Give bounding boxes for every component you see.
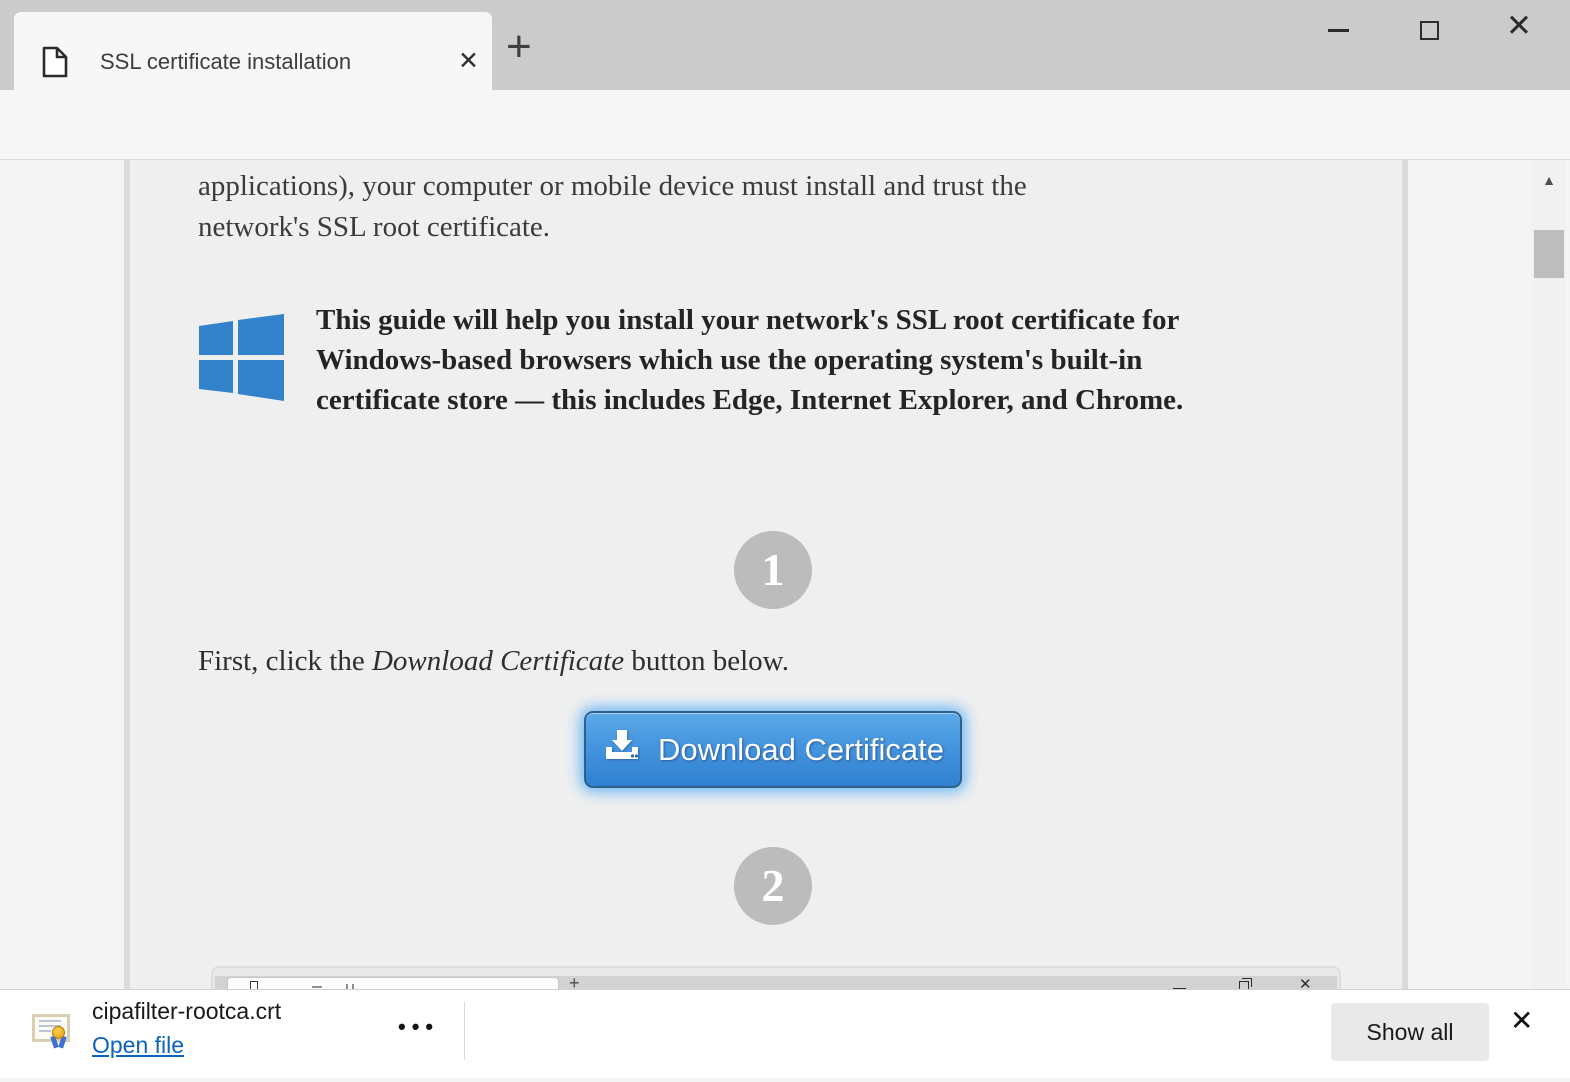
guide-line-1: This guide will help you install your ne… [316, 300, 1356, 340]
instruction-prefix: First, click the [198, 645, 372, 677]
download-certificate-button[interactable]: Download Certificate [584, 711, 962, 788]
window-maximize-button[interactable] [1420, 21, 1439, 40]
instruction-suffix: button below. [624, 645, 789, 677]
screenshot-new-tab-icon: + [569, 973, 580, 990]
screenshot-close-icon: ✕ [1299, 975, 1312, 990]
browser-toolbar: ← → ↻ https://portal.cipafilter.com/ssl/… [0, 90, 1570, 160]
window-minimize-button[interactable] [1328, 29, 1349, 32]
browser-window: SSL certificate installation ✕ + ✕ ← → ↻… [0, 0, 1570, 1082]
download-bar: cipafilter-rootca.crt Open file ••• Show… [0, 990, 1570, 1078]
download-bar-close-button[interactable]: ✕ [1510, 1004, 1533, 1037]
scrollbar-up-icon[interactable]: ▲ [1532, 172, 1566, 188]
embedded-screenshot: + ✕ [211, 966, 1341, 990]
page-content-area: applications), your computer or mobile d… [0, 160, 1570, 990]
step-1-instruction: First, click the Download Certificate bu… [198, 645, 789, 678]
tab-close-icon[interactable]: ✕ [458, 46, 479, 76]
windows-logo-icon [196, 312, 286, 407]
intro-line-1: applications), your computer or mobile d… [198, 166, 1298, 207]
window-close-button[interactable]: ✕ [1506, 8, 1532, 44]
tab-ssl-certificate-installation[interactable]: SSL certificate installation ✕ [14, 12, 492, 90]
download-bar-separator [464, 1002, 465, 1060]
screenshot-text-mark [312, 986, 322, 988]
intro-paragraph: applications), your computer or mobile d… [198, 166, 1298, 248]
page-scrollbar[interactable]: ▲ [1532, 160, 1566, 990]
download-button-label: Download Certificate [658, 732, 944, 768]
step-1-badge: 1 [734, 531, 812, 609]
download-more-button[interactable]: ••• [398, 1014, 439, 1040]
step-2-badge: 2 [734, 847, 812, 925]
article-column: applications), your computer or mobile d… [124, 160, 1408, 990]
intro-line-2: network's SSL root certificate. [198, 207, 1298, 248]
open-file-link[interactable]: Open file [92, 1032, 184, 1059]
tab-strip: SSL certificate installation ✕ + ✕ [0, 0, 1570, 90]
download-filename: cipafilter-rootca.crt [92, 998, 281, 1025]
show-all-button[interactable]: Show all [1331, 1003, 1489, 1061]
tab-title: SSL certificate installation [100, 49, 351, 75]
guide-line-2: Windows-based browsers which use the ope… [316, 340, 1356, 380]
page-document-icon [42, 46, 68, 83]
download-icon [602, 729, 642, 771]
instruction-emphasis: Download Certificate [372, 645, 624, 677]
guide-line-3: certificate store — this includes Edge, … [316, 380, 1356, 420]
scrollbar-thumb[interactable] [1534, 230, 1564, 278]
new-tab-button[interactable]: + [506, 22, 532, 72]
certificate-file-icon [32, 1014, 72, 1050]
guide-paragraph: This guide will help you install your ne… [316, 300, 1356, 420]
